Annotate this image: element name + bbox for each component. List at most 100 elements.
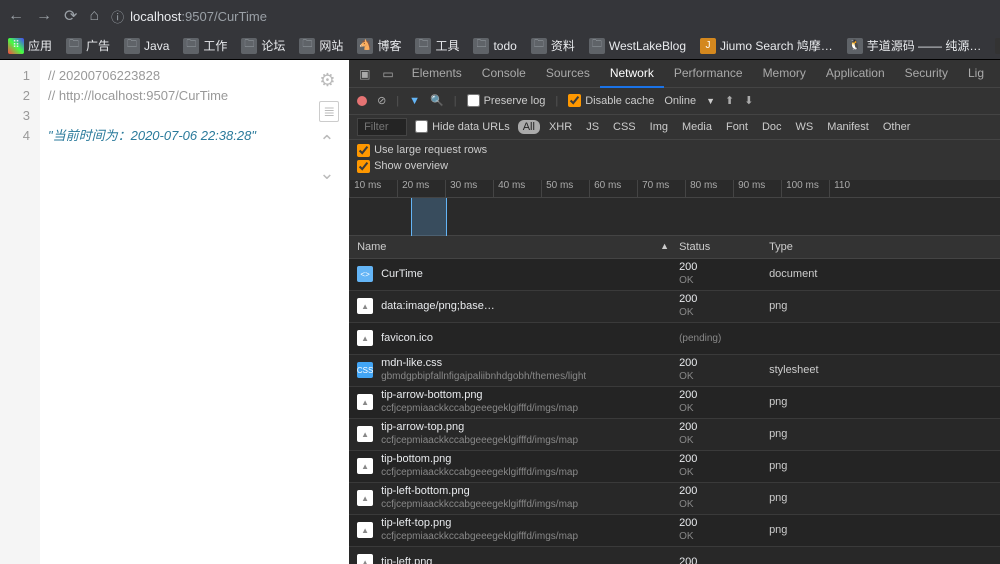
apps-button[interactable]: ⠿应用 <box>8 37 52 54</box>
line-gutter: 1 2 3 4 <box>0 60 40 564</box>
network-row[interactable]: tip-left-top.pngccfjcepmiaackkccabgeeege… <box>349 515 1000 547</box>
network-row[interactable]: tip-bottom.pngccfjcepmiaackkccabgeeegekl… <box>349 451 1000 483</box>
chevron-up-icon[interactable]: ⌃ <box>319 132 339 153</box>
code-content[interactable]: // 20200706223828 // http://localhost:95… <box>40 60 349 564</box>
filter-pill-doc[interactable]: Doc <box>757 120 787 134</box>
tab-elements[interactable]: Elements <box>402 60 472 88</box>
filter-pill-all[interactable]: All <box>518 120 540 134</box>
bookmark-item[interactable]: JJiumo Search 鸠摩… <box>700 37 833 54</box>
network-table: <>CurTime200OKdocumentdata:image/png;bas… <box>349 259 1000 564</box>
chevron-down-icon[interactable]: ▼ <box>706 96 715 106</box>
clear-icon[interactable]: ⊘ <box>377 94 386 107</box>
address-bar[interactable]: ⓘ localhost:9507/CurTime <box>111 7 267 26</box>
bookmark-item[interactable]: 🗀资料 <box>531 37 575 54</box>
filter-icon[interactable]: ▼ <box>409 95 420 107</box>
filter-pill-manifest[interactable]: Manifest <box>822 120 874 134</box>
large-rows-checkbox[interactable]: Use large request rows <box>357 144 992 157</box>
disable-cache-checkbox[interactable]: Disable cache <box>568 94 654 107</box>
chevron-down-icon[interactable]: ⌄ <box>319 163 339 184</box>
timeline-selection[interactable] <box>411 198 447 236</box>
network-row[interactable]: tip-arrow-bottom.pngccfjcepmiaackkccabge… <box>349 387 1000 419</box>
code-line: // http://localhost:9507/CurTime <box>48 86 349 106</box>
bookmark-item[interactable]: 🗀Java <box>124 37 169 54</box>
upload-icon[interactable]: ⬆ <box>725 94 734 107</box>
filter-pill-js[interactable]: JS <box>581 120 604 134</box>
bookmark-item[interactable]: 🗀工具 <box>415 37 459 54</box>
filter-input[interactable] <box>357 118 407 136</box>
network-row[interactable]: data:image/png;base…200OKpng <box>349 291 1000 323</box>
show-overview-checkbox[interactable]: Show overview <box>357 160 992 173</box>
device-icon[interactable]: ▭ <box>378 67 397 81</box>
code-editor: 1 2 3 4 // 20200706223828 // http://loca… <box>0 60 349 564</box>
code-line: // 20200706223828 <box>48 66 349 86</box>
network-row[interactable]: tip-left-bottom.pngccfjcepmiaackkccabgee… <box>349 483 1000 515</box>
file-icon <box>357 298 373 314</box>
devtools-panel: ▣ ▭ ElementsConsoleSourcesNetworkPerform… <box>349 60 1000 564</box>
preserve-log-checkbox[interactable]: Preserve log <box>467 94 546 107</box>
tab-sources[interactable]: Sources <box>536 60 600 88</box>
bookmark-item[interactable]: 🗀论坛 <box>241 37 285 54</box>
bookmark-item[interactable]: 🗀WestLakeBlog <box>589 37 686 54</box>
timeline-overview[interactable]: 10 ms20 ms30 ms40 ms50 ms60 ms70 ms80 ms… <box>349 180 1000 236</box>
bookmark-item[interactable]: 🗀广告 <box>66 37 110 54</box>
filter-pill-img[interactable]: Img <box>645 120 673 134</box>
file-icon: <> <box>357 266 373 282</box>
network-table-header: Name▲ Status Type <box>349 236 1000 259</box>
sort-icon: ▲ <box>660 241 669 253</box>
network-row[interactable]: tip-arrow-top.pngccfjcepmiaackkccabgeeeg… <box>349 419 1000 451</box>
tab-application[interactable]: Application <box>816 60 895 88</box>
file-icon <box>357 490 373 506</box>
network-row[interactable]: tip-left.png200 <box>349 547 1000 564</box>
bookmark-item[interactable]: 🗀工作 <box>183 37 227 54</box>
file-icon <box>357 426 373 442</box>
tab-performance[interactable]: Performance <box>664 60 753 88</box>
col-status[interactable]: Status <box>679 241 769 253</box>
download-icon[interactable]: ⬇ <box>744 94 753 107</box>
bookmark-item[interactable]: 🗀todo <box>473 37 516 54</box>
filter-pill-css[interactable]: CSS <box>608 120 641 134</box>
col-type[interactable]: Type <box>769 241 1000 253</box>
forward-icon[interactable]: → <box>36 7 52 25</box>
tab-network[interactable]: Network <box>600 60 664 88</box>
bookmark-item[interactable]: ◐springcloud <box>995 37 1000 54</box>
network-toolbar: ⊘ | ▼ 🔍 | Preserve log | Disable cache O… <box>349 88 1000 115</box>
filter-pill-media[interactable]: Media <box>677 120 717 134</box>
back-icon[interactable]: ← <box>8 7 24 25</box>
home-icon[interactable]: ⌂ <box>89 7 99 25</box>
document-icon[interactable]: ≣ <box>319 101 339 122</box>
throttle-select[interactable]: Online <box>664 95 696 107</box>
filter-pill-font[interactable]: Font <box>721 120 753 134</box>
col-name[interactable]: Name▲ <box>349 241 679 253</box>
filter-bar: Hide data URLs All XHR JS CSS Img Media Font Do… <box>349 115 1000 140</box>
tab-lig[interactable]: Lig <box>958 60 994 88</box>
file-icon: CSS <box>357 362 373 378</box>
code-line: "当前时间为：2020-07-06 22:38:28" <box>48 126 349 146</box>
search-icon[interactable]: 🔍 <box>430 94 444 107</box>
network-row[interactable]: <>CurTime200OKdocument <box>349 259 1000 291</box>
gear-icon[interactable]: ⚙ <box>319 70 339 91</box>
bookmarks-bar: ⠿应用 🗀广告 🗀Java 🗀工作 🗀论坛 🗀网站 🐴博客 🗀工具 🗀todo 🗀资料 🗀West… <box>0 32 1000 60</box>
file-icon <box>357 330 373 346</box>
reload-icon[interactable]: ⟳ <box>64 6 77 26</box>
file-icon <box>357 458 373 474</box>
file-icon <box>357 554 373 564</box>
network-row[interactable]: favicon.ico(pending) <box>349 323 1000 355</box>
filter-pill-xhr[interactable]: XHR <box>544 120 577 134</box>
bookmark-item[interactable]: 🗀网站 <box>299 37 343 54</box>
record-icon[interactable] <box>357 96 367 106</box>
file-icon <box>357 522 373 538</box>
network-options: Use large request rows Show overview <box>349 140 1000 180</box>
tab-security[interactable]: Security <box>895 60 958 88</box>
bookmark-item[interactable]: 🐧芋道源码 —— 纯源… <box>847 37 982 54</box>
tab-memory[interactable]: Memory <box>753 60 816 88</box>
file-icon <box>357 394 373 410</box>
filter-pill-other[interactable]: Other <box>878 120 916 134</box>
devtools-tabs: ▣ ▭ ElementsConsoleSourcesNetworkPerform… <box>349 60 1000 88</box>
tab-console[interactable]: Console <box>472 60 536 88</box>
inspect-icon[interactable]: ▣ <box>355 67 374 81</box>
network-row[interactable]: CSSmdn-like.cssgbmdgpbipfallnfigajpaliib… <box>349 355 1000 387</box>
hide-data-urls-checkbox[interactable]: Hide data URLs <box>415 120 510 133</box>
bookmark-item[interactable]: 🐴博客 <box>357 37 401 54</box>
browser-toolbar: ← → ⟳ ⌂ ⓘ localhost:9507/CurTime <box>0 0 1000 32</box>
filter-pill-ws[interactable]: WS <box>791 120 819 134</box>
